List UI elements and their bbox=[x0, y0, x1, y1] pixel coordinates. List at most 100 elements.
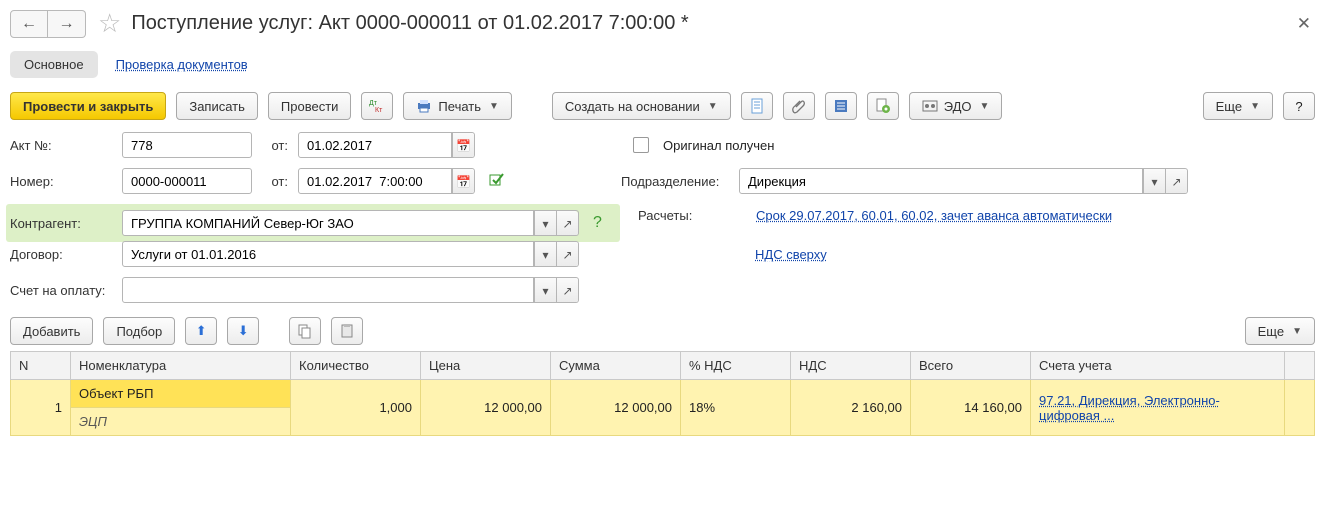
col-n[interactable]: N bbox=[11, 352, 71, 380]
subdivision-label: Подразделение: bbox=[621, 174, 731, 189]
open-ref-icon[interactable]: ↗ bbox=[556, 211, 578, 236]
number-field[interactable] bbox=[122, 168, 252, 194]
open-ref-icon[interactable]: ↗ bbox=[1165, 169, 1187, 194]
create-based-label: Создать на основании bbox=[565, 99, 700, 114]
items-table: N Номенклатура Количество Цена Сумма % Н… bbox=[10, 351, 1315, 436]
cell-price[interactable]: 12 000,00 bbox=[421, 380, 551, 436]
pick-button[interactable]: Подбор bbox=[103, 317, 175, 345]
table-toolbar: Добавить Подбор ⬆ ⬇ Еще ▼ bbox=[10, 317, 1315, 345]
cell-qty[interactable]: 1,000 bbox=[291, 380, 421, 436]
akt-no-field[interactable] bbox=[122, 132, 252, 158]
cell-nomenclature[interactable]: Объект РБП bbox=[71, 380, 291, 408]
col-qty[interactable]: Количество bbox=[291, 352, 421, 380]
chevron-down-icon: ▼ bbox=[1250, 101, 1260, 112]
post-button[interactable]: Провести bbox=[268, 92, 352, 120]
doc-icon[interactable] bbox=[741, 92, 773, 120]
chevron-down-icon[interactable]: ▾ bbox=[534, 242, 556, 267]
cell-n[interactable]: 1 bbox=[11, 380, 71, 436]
table-row[interactable]: 1 Объект РБП 1,000 12 000,00 12 000,00 1… bbox=[11, 380, 1315, 408]
col-price[interactable]: Цена bbox=[421, 352, 551, 380]
ot-label-1: от: bbox=[260, 138, 288, 153]
chevron-down-icon[interactable]: ▾ bbox=[534, 278, 556, 303]
svg-text:Кт: Кт bbox=[375, 107, 383, 114]
number-date-field[interactable] bbox=[298, 168, 452, 194]
calendar-icon[interactable]: 📅 bbox=[452, 133, 474, 158]
col-vat[interactable]: НДС bbox=[791, 352, 911, 380]
cell-sum[interactable]: 12 000,00 bbox=[551, 380, 681, 436]
cell-vat-percent[interactable]: 18% bbox=[681, 380, 791, 436]
col-nomenclature[interactable]: Номенклатура bbox=[71, 352, 291, 380]
cell-vat[interactable]: 2 160,00 bbox=[791, 380, 911, 436]
title-bar: ← → ☆ Поступление услуг: Акт 0000-000011… bbox=[10, 8, 1315, 39]
original-received-checkbox[interactable] bbox=[633, 137, 649, 153]
number-label: Номер: bbox=[10, 174, 114, 189]
ot-label-2: от: bbox=[260, 174, 288, 189]
tab-main[interactable]: Основное bbox=[10, 51, 98, 78]
col-extra bbox=[1285, 352, 1315, 380]
chevron-down-icon: ▼ bbox=[980, 101, 990, 112]
cell-nomenclature-sub[interactable]: ЭЦП bbox=[71, 408, 291, 436]
col-sum[interactable]: Сумма bbox=[551, 352, 681, 380]
favorite-star-icon[interactable]: ☆ bbox=[98, 8, 121, 39]
paste-icon[interactable] bbox=[331, 317, 363, 345]
help-hint-icon[interactable]: ? bbox=[593, 214, 602, 232]
move-down-button[interactable]: ⬇ bbox=[227, 317, 259, 345]
more-button[interactable]: Еще ▼ bbox=[1203, 92, 1273, 120]
more-label: Еще bbox=[1216, 99, 1242, 114]
back-button[interactable]: ← bbox=[10, 10, 48, 38]
chevron-down-icon: ▼ bbox=[1292, 326, 1302, 337]
check-icon[interactable] bbox=[489, 171, 505, 192]
main-toolbar: Провести и закрыть Записать Провести ДтК… bbox=[10, 92, 1315, 120]
tab-check-documents[interactable]: Проверка документов bbox=[112, 51, 252, 78]
calendar-icon[interactable]: 📅 bbox=[452, 169, 474, 194]
tabs-row: Основное Проверка документов bbox=[10, 51, 1315, 78]
cell-extra bbox=[1285, 380, 1315, 436]
vat-link[interactable]: НДС сверху bbox=[755, 247, 827, 262]
svg-text:Дт: Дт bbox=[369, 100, 378, 107]
gear-doc-icon[interactable] bbox=[867, 92, 899, 120]
save-button[interactable]: Записать bbox=[176, 92, 258, 120]
move-up-button[interactable]: ⬆ bbox=[185, 317, 217, 345]
nav-buttons: ← → bbox=[10, 10, 86, 38]
edo-button[interactable]: ЭДО ▼ bbox=[909, 92, 1003, 120]
attachment-icon[interactable] bbox=[783, 92, 815, 120]
create-based-on-button[interactable]: Создать на основании ▼ bbox=[552, 92, 731, 120]
chevron-down-icon: ▼ bbox=[708, 101, 718, 112]
akt-no-label: Акт №: bbox=[10, 138, 114, 153]
dt-kt-icon[interactable]: ДтКт bbox=[361, 92, 393, 120]
counterparty-label: Контрагент: bbox=[10, 216, 114, 231]
counterparty-field[interactable] bbox=[122, 210, 534, 236]
contract-label: Договор: bbox=[10, 247, 114, 262]
list-blue-icon[interactable] bbox=[825, 92, 857, 120]
add-row-button[interactable]: Добавить bbox=[10, 317, 93, 345]
chevron-down-icon[interactable]: ▾ bbox=[534, 211, 556, 236]
invoice-field[interactable] bbox=[122, 277, 534, 303]
table-more-button[interactable]: Еще ▼ bbox=[1245, 317, 1315, 345]
chevron-down-icon: ▼ bbox=[489, 101, 499, 112]
help-button[interactable]: ? bbox=[1283, 92, 1315, 120]
col-total[interactable]: Всего bbox=[911, 352, 1031, 380]
window-title: Поступление услуг: Акт 0000-000011 от 01… bbox=[131, 12, 688, 35]
table-header-row: N Номенклатура Количество Цена Сумма % Н… bbox=[11, 352, 1315, 380]
open-ref-icon[interactable]: ↗ bbox=[556, 242, 578, 267]
print-label: Печать bbox=[438, 99, 481, 114]
open-ref-icon[interactable]: ↗ bbox=[556, 278, 578, 303]
print-button[interactable]: Печать ▼ bbox=[403, 92, 512, 120]
post-and-close-button[interactable]: Провести и закрыть bbox=[10, 92, 166, 120]
cell-total[interactable]: 14 160,00 bbox=[911, 380, 1031, 436]
calculations-link[interactable]: Срок 29.07.2017, 60.01, 60.02, зачет ава… bbox=[756, 208, 1112, 223]
cell-accounts[interactable]: 97.21, Дирекция, Электронно-цифровая ... bbox=[1031, 380, 1285, 436]
contract-field[interactable] bbox=[122, 241, 534, 267]
chevron-down-icon[interactable]: ▾ bbox=[1143, 169, 1165, 194]
forward-button[interactable]: → bbox=[48, 10, 86, 38]
calculations-label: Расчеты: bbox=[638, 208, 748, 223]
col-vat-percent[interactable]: % НДС bbox=[681, 352, 791, 380]
close-icon[interactable]: ✕ bbox=[1293, 14, 1315, 34]
invoice-label: Счет на оплату: bbox=[10, 283, 114, 298]
original-received-label: Оригинал получен bbox=[663, 138, 774, 153]
edo-label: ЭДО bbox=[944, 99, 972, 114]
subdivision-field[interactable] bbox=[739, 168, 1143, 194]
akt-date-field[interactable] bbox=[298, 132, 452, 158]
copy-icon[interactable] bbox=[289, 317, 321, 345]
col-accounts[interactable]: Счета учета bbox=[1031, 352, 1285, 380]
